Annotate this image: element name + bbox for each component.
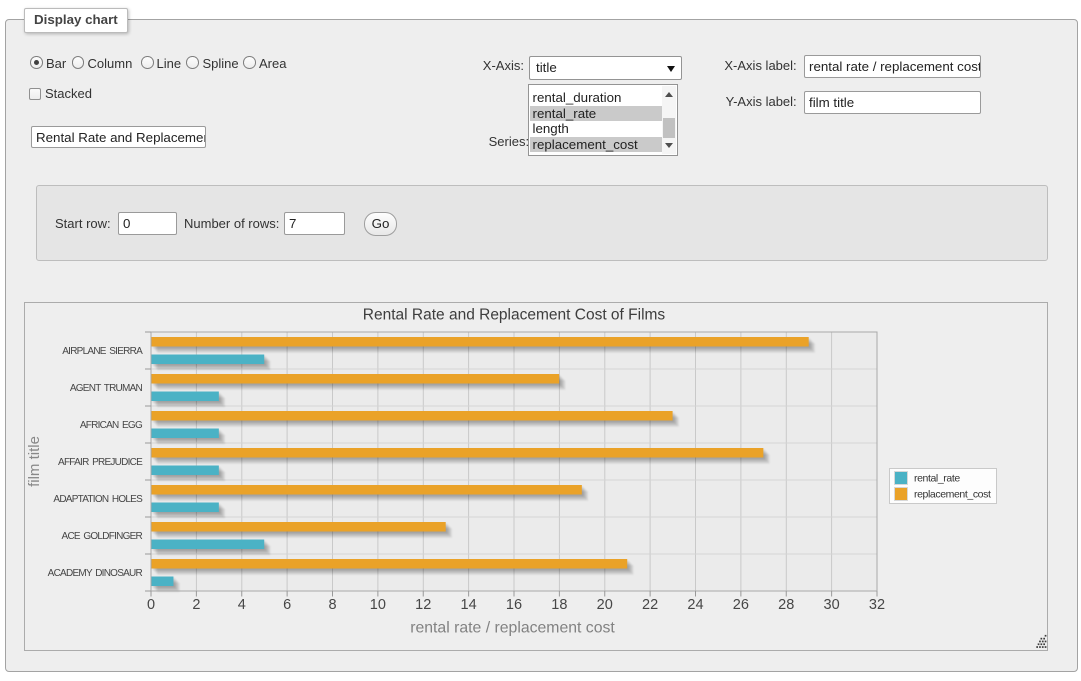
svg-text:ACE GOLDFINGER: ACE GOLDFINGER [62, 531, 143, 542]
svg-text:6: 6 [283, 597, 291, 613]
svg-text:12: 12 [415, 597, 431, 613]
svg-text:ADAPTATION HOLES: ADAPTATION HOLES [53, 494, 143, 505]
svg-text:28: 28 [778, 597, 794, 613]
svg-text:32: 32 [869, 597, 885, 613]
svg-text:10: 10 [370, 597, 386, 613]
svg-text:rental_rate: rental_rate [914, 473, 960, 485]
svg-text:20: 20 [597, 597, 613, 613]
svg-text:4: 4 [238, 597, 246, 613]
svg-text:26: 26 [733, 597, 749, 613]
svg-text:Rental Rate and Replacement Co: Rental Rate and Replacement Cost of Film… [363, 307, 666, 324]
svg-text:18: 18 [551, 597, 567, 613]
svg-text:rental rate / replacement cost: rental rate / replacement cost [410, 620, 615, 637]
svg-text:film title: film title [26, 436, 43, 487]
svg-text:AIRPLANE SIERRA: AIRPLANE SIERRA [62, 346, 143, 357]
svg-text:AGENT TRUMAN: AGENT TRUMAN [70, 383, 143, 394]
svg-text:2: 2 [192, 597, 200, 613]
svg-text:8: 8 [328, 597, 336, 613]
svg-text:ACADEMY DINOSAUR: ACADEMY DINOSAUR [48, 568, 143, 579]
svg-text:0: 0 [147, 597, 155, 613]
svg-text:AFRICAN EGG: AFRICAN EGG [80, 420, 143, 431]
svg-text:AFFAIR PREJUDICE: AFFAIR PREJUDICE [58, 457, 143, 468]
svg-text:30: 30 [824, 597, 840, 613]
svg-text:22: 22 [642, 597, 658, 613]
svg-text:24: 24 [687, 597, 703, 613]
svg-text:16: 16 [506, 597, 522, 613]
svg-text:14: 14 [461, 597, 477, 613]
svg-text:replacement_cost: replacement_cost [914, 489, 991, 501]
